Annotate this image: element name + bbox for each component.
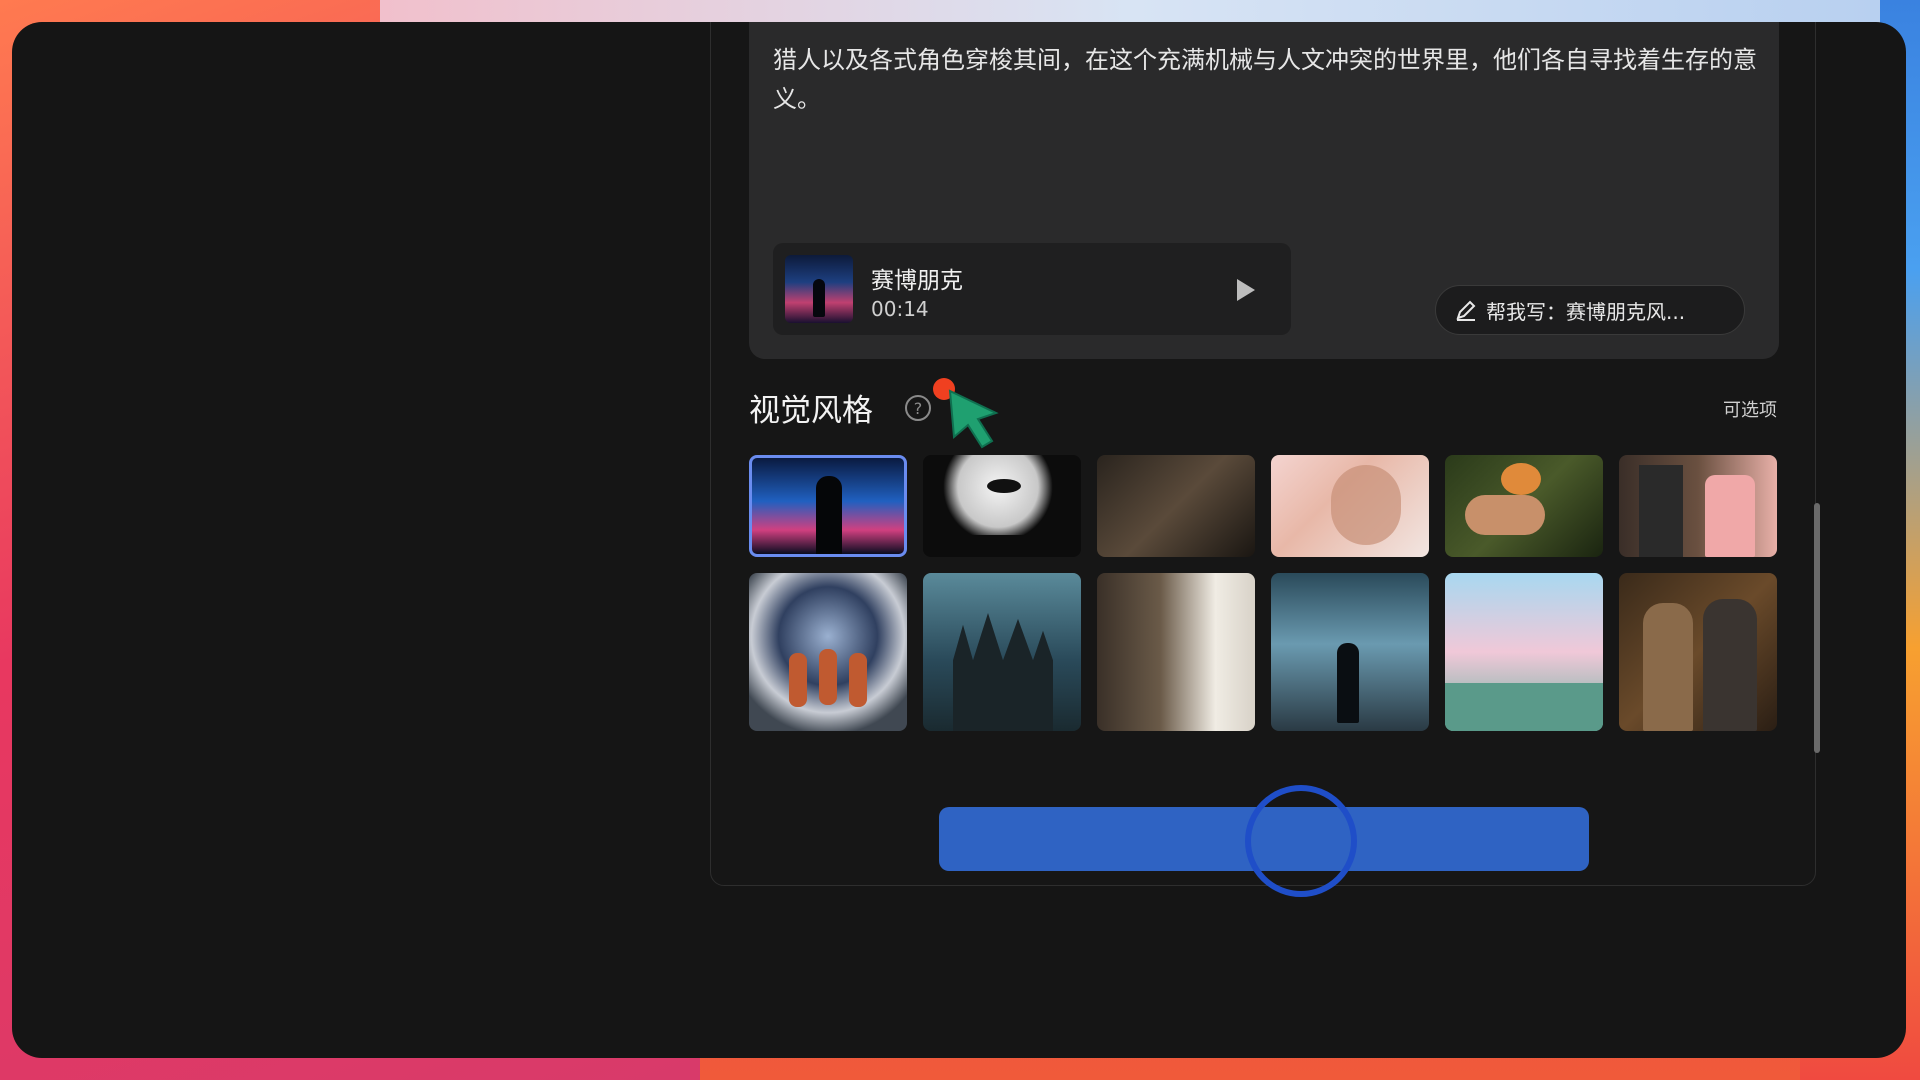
play-icon[interactable] (1237, 279, 1255, 301)
help-icon[interactable]: ? (905, 395, 931, 421)
scrollbar[interactable] (1814, 503, 1820, 753)
style-moon-silhouette[interactable] (923, 455, 1081, 557)
style-sunlit-library[interactable] (1097, 573, 1255, 731)
style-floating-debris[interactable] (1271, 573, 1429, 731)
style-peach-closeup[interactable] (1445, 455, 1603, 557)
help-me-write-button[interactable]: 帮我写：赛博朋克风... (1435, 285, 1745, 335)
creation-panel: 猎人以及各式角色穿梭其间，在这个充满机械与人文冲突的世界里，他们各自寻找着生存的… (710, 22, 1820, 897)
audio-duration: 00:14 (871, 297, 929, 321)
audio-title: 赛博朋克 (871, 268, 963, 294)
style-wedding-couple[interactable] (1619, 455, 1777, 557)
visual-style-title: 视觉风格 (749, 393, 873, 429)
description-card[interactable]: 猎人以及各式角色穿梭其间，在这个充满机械与人文冲突的世界里，他们各自寻找着生存的… (749, 22, 1779, 359)
description-text[interactable]: 猎人以及各式角色穿梭其间，在这个充满机械与人文冲突的世界里，他们各自寻找着生存的… (773, 41, 1763, 119)
help-me-write-label: 帮我写：赛博朋克风... (1486, 299, 1686, 324)
style-fantasy-castle[interactable] (923, 573, 1081, 731)
pen-icon (1456, 300, 1476, 321)
click-indicator-ring (1245, 785, 1357, 897)
app-window: 猎人以及各式角色穿梭其间，在这个充满机械与人文冲突的世界里，他们各自寻找着生存的… (12, 22, 1906, 1058)
style-astronauts-portal[interactable] (749, 573, 907, 731)
style-retro-couple[interactable] (1619, 573, 1777, 731)
cyberpunk-thumbnail-icon (785, 255, 853, 323)
optional-label: 可选项 (1723, 400, 1777, 421)
visual-style-grid (749, 455, 1779, 755)
style-candy-pastel[interactable] (1445, 573, 1603, 731)
style-dreamy-portrait[interactable] (1271, 455, 1429, 557)
style-dark-cinematic[interactable] (1097, 455, 1255, 557)
style-cyberpunk-street[interactable] (749, 455, 907, 557)
audio-sample-card[interactable]: 赛博朋克 00:14 (773, 243, 1291, 335)
cursor-pointer-icon (933, 378, 999, 449)
